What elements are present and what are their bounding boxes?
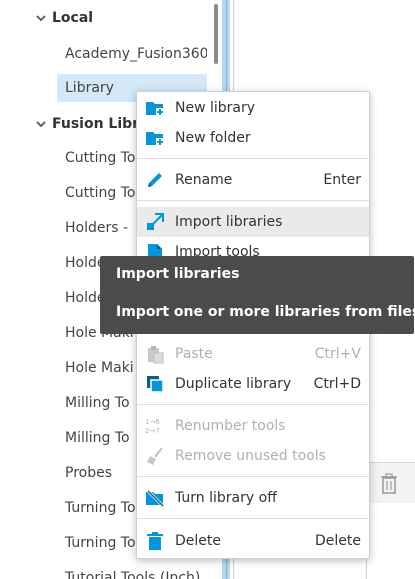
renumber-icon: 1→6 2→7: [145, 418, 160, 435]
menu-item-label: Turn library off: [175, 490, 277, 506]
menu-separator: [137, 476, 369, 477]
new-library-icon: [146, 102, 164, 116]
menu-item-shortcut: Ctrl+D: [313, 376, 361, 392]
paste-icon: [148, 346, 164, 364]
tree-item[interactable]: Tutorial Tools (Inch): [57, 564, 207, 579]
menu-item-shortcut: Delete: [315, 533, 361, 549]
menu-item-duplicate-library[interactable]: Duplicate library Ctrl+D: [137, 369, 369, 399]
menu-item-label: Paste: [175, 346, 213, 362]
menu-item-turn-library-off[interactable]: Turn library off: [137, 483, 369, 513]
menu-item-label: Remove unused tools: [175, 448, 326, 464]
menu-separator: [137, 404, 369, 405]
menu-item-label: Duplicate library: [175, 376, 292, 392]
menu-item-renumber-tools[interactable]: 1→6 2→7 Renumber tools: [137, 411, 369, 441]
tree-section-local[interactable]: Local: [52, 8, 93, 28]
tree-section-fusion[interactable]: Fusion Libra: [52, 114, 149, 134]
menu-separator: [137, 200, 369, 201]
svg-text:1→6: 1→6: [145, 418, 160, 426]
menu-item-label: Rename: [175, 172, 233, 188]
menu-separator: [137, 158, 369, 159]
import-libraries-icon: [147, 213, 164, 230]
menu-item-label: Renumber tools: [175, 418, 286, 434]
tooltip-description: Import one or more libraries from files: [116, 304, 415, 320]
new-folder-icon: [146, 132, 164, 146]
trash-icon: [147, 532, 163, 550]
pencil-icon: [148, 173, 162, 187]
menu-item-new-folder[interactable]: New folder: [137, 123, 369, 153]
menu-item-delete[interactable]: Delete Delete: [137, 526, 369, 556]
menu-item-shortcut: Ctrl+V: [314, 346, 361, 362]
tree-item-academy[interactable]: Academy_Fusion360: [57, 40, 207, 68]
broom-icon: [147, 447, 163, 465]
menu-separator: [137, 518, 369, 519]
menu-item-label: Delete: [175, 533, 221, 549]
svg-text:2→7: 2→7: [145, 427, 160, 435]
menu-item-import-libraries[interactable]: Import libraries: [137, 207, 369, 237]
library-off-icon: [146, 489, 165, 508]
tree-scrollbar-thumb[interactable]: [214, 4, 218, 64]
trash-icon[interactable]: [378, 472, 400, 496]
menu-item-paste[interactable]: Paste Ctrl+V: [137, 339, 369, 369]
menu-item-remove-unused-tools[interactable]: Remove unused tools: [137, 441, 369, 471]
duplicate-icon: [147, 376, 164, 393]
tooltip: Import libraries Import one or more libr…: [100, 256, 415, 334]
chevron-down-icon[interactable]: [34, 11, 48, 25]
tooltip-title: Import libraries: [116, 266, 240, 282]
menu-item-new-library[interactable]: New library: [137, 93, 369, 123]
menu-item-label: New library: [175, 100, 256, 116]
menu-item-label: New folder: [175, 130, 251, 146]
menu-item-shortcut: Enter: [323, 172, 361, 188]
menu-item-rename[interactable]: Rename Enter: [137, 165, 369, 195]
menu-item-label: Import libraries: [175, 214, 283, 230]
chevron-down-icon[interactable]: [34, 117, 48, 131]
